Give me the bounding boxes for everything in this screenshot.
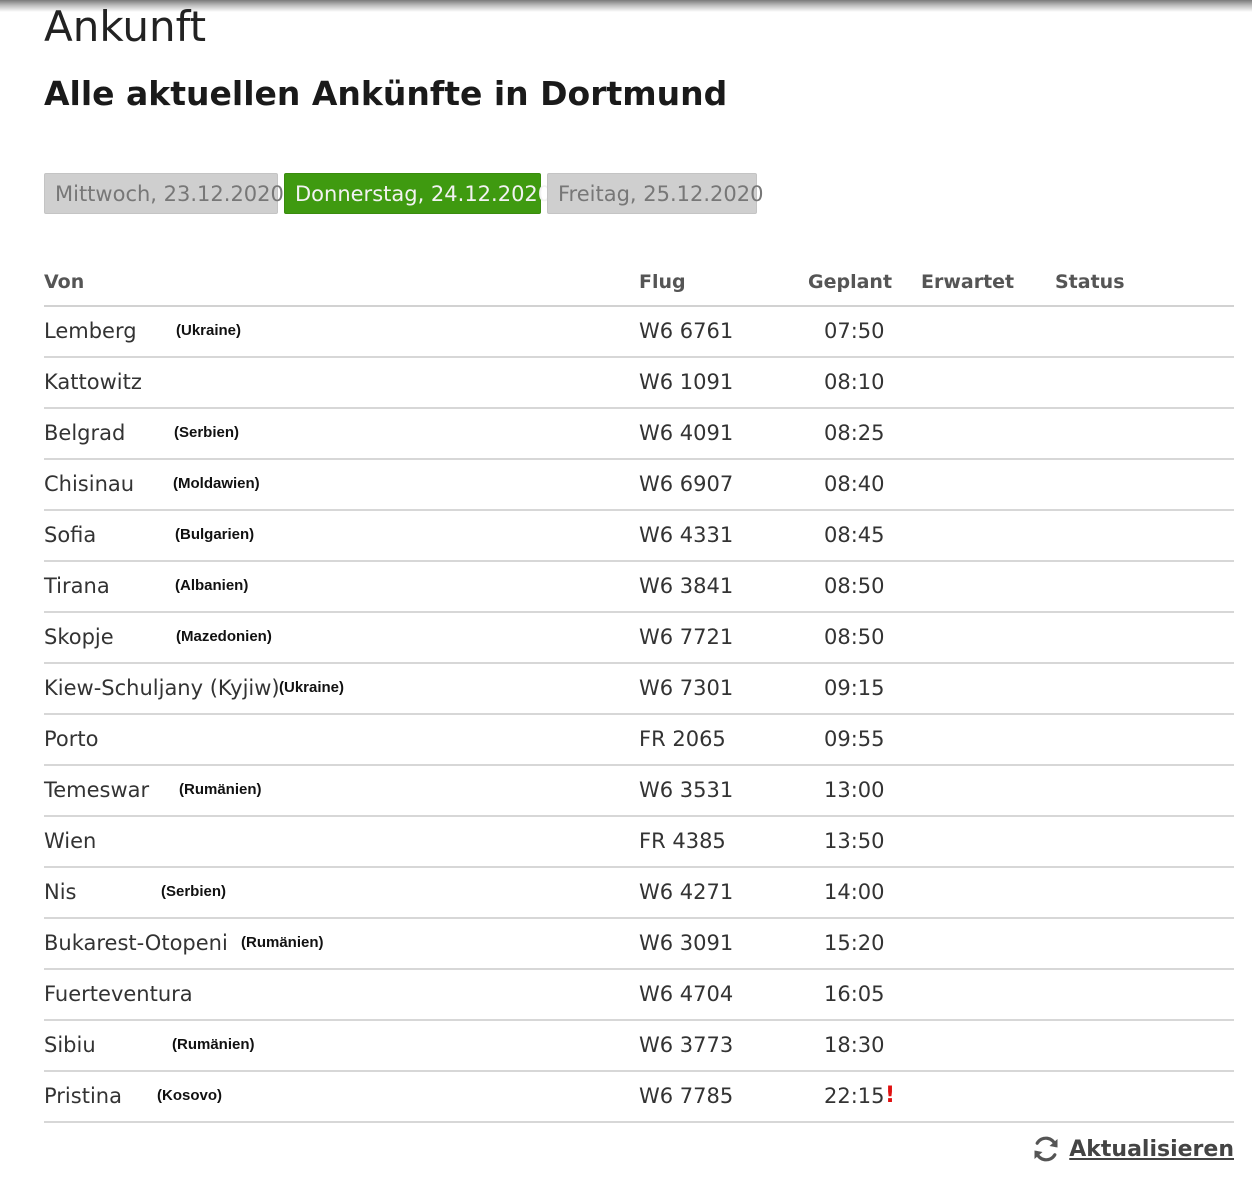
arrivals-table: Von Flug Geplant Erwartet Status Lemberg… — [44, 257, 1234, 1123]
origin-city: Bukarest-Otopeni — [44, 931, 228, 955]
table-row: Skopje (Mazedonien) W6 7721 08:50 — [44, 613, 1234, 664]
table-row: Fuerteventura W6 4704 16:05 — [44, 970, 1234, 1021]
flight-number: W6 4704 — [639, 982, 734, 1006]
table-row: Kattowitz W6 1091 08:10 — [44, 358, 1234, 409]
origin-country: (Serbien) — [174, 424, 240, 441]
origin-city: Fuerteventura — [44, 982, 193, 1006]
origin-city: Pristina — [44, 1084, 122, 1108]
table-row: Sibiu (Rumänien) W6 3773 18:30 — [44, 1021, 1234, 1072]
planned-time: 09:15 — [824, 676, 885, 700]
planned-time: 15:20 — [824, 931, 885, 955]
table-row: Sofia (Bulgarien) W6 4331 08:45 — [44, 511, 1234, 562]
flight-number: W6 3841 — [639, 574, 734, 598]
header-geplant: Geplant — [808, 271, 893, 293]
origin-country: (Serbien) — [161, 883, 227, 900]
planned-time: 08:50 — [824, 625, 885, 649]
header-erwartet: Erwartet — [921, 271, 1015, 293]
table-row: Nis (Serbien) W6 4271 14:00 — [44, 868, 1234, 919]
planned-time: 09:55 — [824, 727, 885, 751]
table-row: Pristina (Kosovo) W6 7785 22:15 ! — [44, 1072, 1234, 1123]
table-row: Wien FR 4385 13:50 — [44, 817, 1234, 868]
origin-city: Belgrad — [44, 421, 126, 445]
origin-country: (Bulgarien) — [175, 526, 255, 543]
flight-number: W6 7721 — [639, 625, 734, 649]
page-title: Ankunft — [44, 2, 207, 51]
planned-time: 13:50 — [824, 829, 885, 853]
origin-country: (Albanien) — [175, 577, 249, 594]
flight-number: W6 4331 — [639, 523, 734, 547]
origin-country: (Ukraine) — [176, 322, 242, 339]
flight-number: FR 2065 — [639, 727, 726, 751]
flight-number: W6 7785 — [639, 1084, 734, 1108]
flight-number: W6 4091 — [639, 421, 734, 445]
refresh-label[interactable]: Aktualisieren — [1069, 1137, 1234, 1162]
origin-city: Kiew-Schuljany (Kyjiw) — [44, 676, 280, 700]
table-row: Lemberg (Ukraine) W6 6761 07:50 — [44, 307, 1234, 358]
page-subtitle: Alle aktuellen Ankünfte in Dortmund — [44, 74, 728, 113]
table-header: Von Flug Geplant Erwartet Status — [44, 257, 1234, 307]
origin-city: Kattowitz — [44, 370, 142, 394]
planned-time: 18:30 — [824, 1033, 885, 1057]
planned-time: 08:10 — [824, 370, 885, 394]
header-flug: Flug — [639, 271, 686, 293]
planned-time: 16:05 — [824, 982, 885, 1006]
origin-country: (Mazedonien) — [176, 628, 272, 645]
origin-city: Wien — [44, 829, 97, 853]
table-row: Bukarest-Otopeni (Rumänien) W6 3091 15:2… — [44, 919, 1234, 970]
origin-city: Sofia — [44, 523, 97, 547]
origin-city: Nis — [44, 880, 77, 904]
flight-number: W6 7301 — [639, 676, 734, 700]
flight-number: FR 4385 — [639, 829, 726, 853]
planned-time: 14:00 — [824, 880, 885, 904]
refresh-icon — [1034, 1136, 1058, 1162]
planned-time: 08:25 — [824, 421, 885, 445]
flight-number: W6 6907 — [639, 472, 734, 496]
date-tabs: Mittwoch, 23.12.2020 Donnerstag, 24.12.2… — [44, 173, 764, 214]
alert-mark: ! — [885, 1083, 896, 1108]
date-tab-donnerstag[interactable]: Donnerstag, 24.12.2020 — [284, 173, 551, 214]
planned-time: 08:40 — [824, 472, 885, 496]
flight-number: W6 6761 — [639, 319, 734, 343]
planned-time: 08:45 — [824, 523, 885, 547]
origin-city: Skopje — [44, 625, 114, 649]
origin-country: (Kosovo) — [157, 1087, 222, 1104]
table-row: Belgrad (Serbien) W6 4091 08:25 — [44, 409, 1234, 460]
origin-city: Lemberg — [44, 319, 137, 343]
flight-number: W6 1091 — [639, 370, 734, 394]
origin-city: Tirana — [44, 574, 110, 598]
planned-time: 08:50 — [824, 574, 885, 598]
planned-time: 07:50 — [824, 319, 885, 343]
date-tab-mittwoch[interactable]: Mittwoch, 23.12.2020 — [44, 173, 284, 214]
planned-time: 22:15 — [824, 1084, 885, 1108]
origin-country: (Rumänien) — [179, 781, 262, 798]
header-von: Von — [44, 271, 85, 293]
flight-number: W6 3531 — [639, 778, 734, 802]
refresh-button[interactable]: Aktualisieren — [1031, 1134, 1234, 1164]
table-row: Tirana (Albanien) W6 3841 08:50 — [44, 562, 1234, 613]
origin-country: (Rumänien) — [241, 934, 324, 951]
origin-country: (Ukraine) — [279, 679, 345, 696]
origin-city: Temeswar — [44, 778, 150, 802]
origin-city: Porto — [44, 727, 99, 751]
table-row: Porto FR 2065 09:55 — [44, 715, 1234, 766]
planned-time: 13:00 — [824, 778, 885, 802]
flight-number: W6 3091 — [639, 931, 734, 955]
flight-number: W6 3773 — [639, 1033, 734, 1057]
table-row: Temeswar (Rumänien) W6 3531 13:00 — [44, 766, 1234, 817]
header-status: Status — [1055, 271, 1125, 293]
date-tab-freitag[interactable]: Freitag, 25.12.2020 — [547, 173, 764, 214]
origin-city: Sibiu — [44, 1033, 96, 1057]
table-row: Chisinau (Moldawien) W6 6907 08:40 — [44, 460, 1234, 511]
origin-city: Chisinau — [44, 472, 135, 496]
table-row: Kiew-Schuljany (Kyjiw) (Ukraine) W6 7301… — [44, 664, 1234, 715]
origin-country: (Moldawien) — [173, 475, 260, 492]
flight-number: W6 4271 — [639, 880, 734, 904]
origin-country: (Rumänien) — [172, 1036, 255, 1053]
